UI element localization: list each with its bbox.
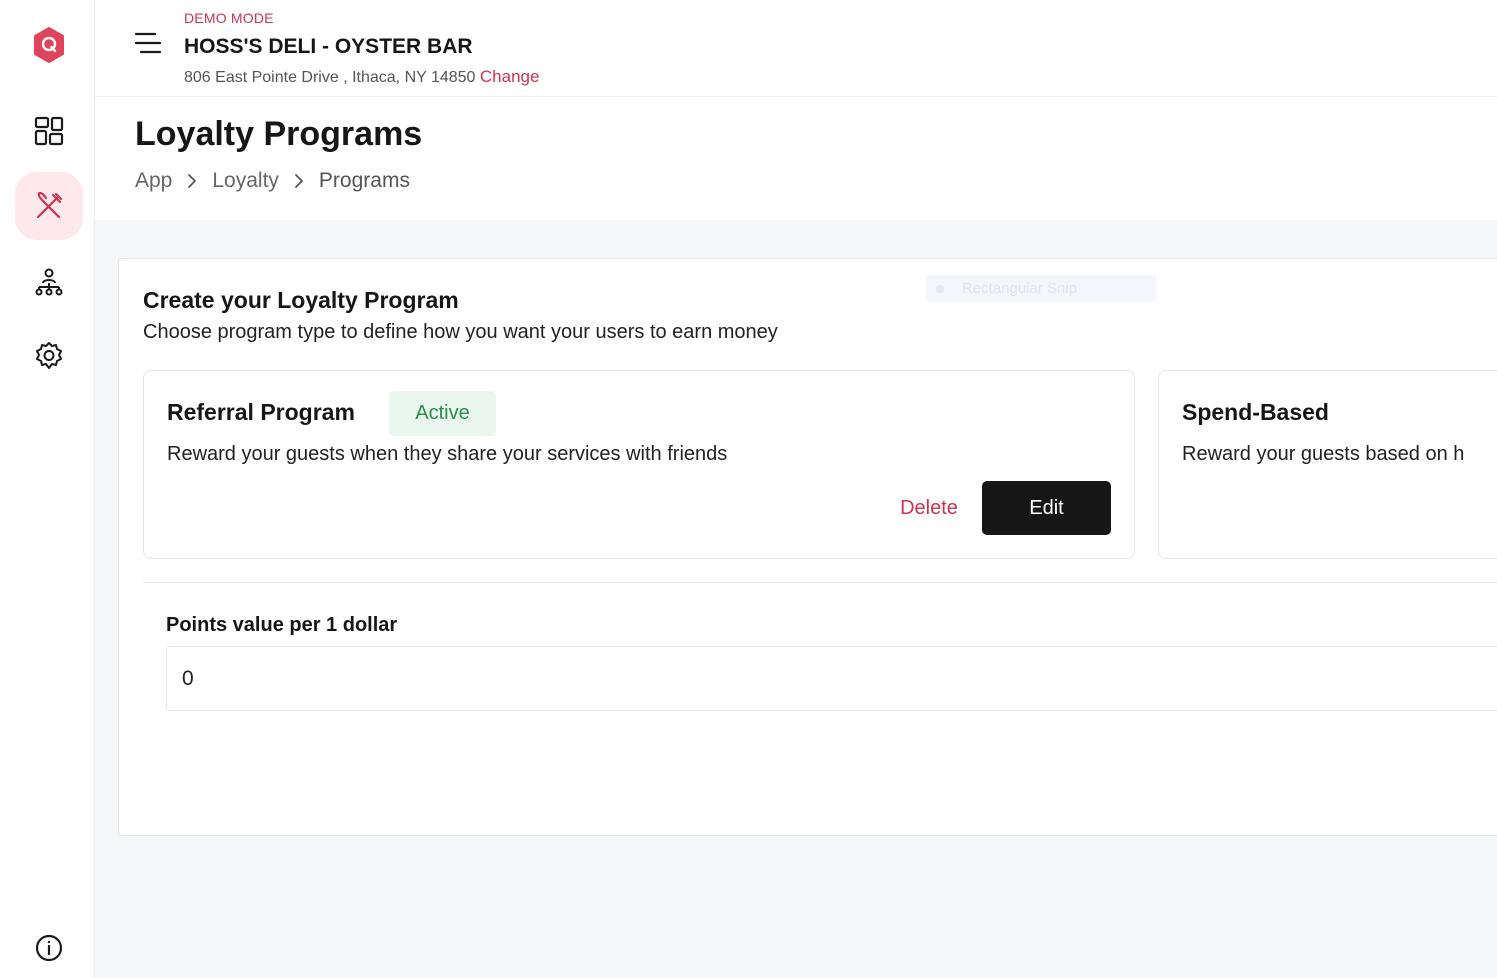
sidebar-item-dashboard[interactable] <box>15 97 83 165</box>
breadcrumb-programs: Programs <box>318 169 410 192</box>
dining-icon <box>36 191 63 219</box>
snip-dot-icon <box>936 284 944 293</box>
info-icon <box>35 934 63 962</box>
loyalty-program-panel: Rectangular Snip Create your Loyalty Pro… <box>118 258 1497 836</box>
referral-program-card: Referral Program Active Reward your gues… <box>143 370 1135 559</box>
top-header: DEMO MODE HOSS'S DELI - OYSTER BAR 806 E… <box>95 0 1497 97</box>
edit-button[interactable]: Edit <box>982 481 1111 535</box>
spend-based-program-title: Spend-Based <box>1182 399 1329 425</box>
chevron-right-icon <box>293 173 305 189</box>
snip-overlay-text: Rectangular Snip <box>962 280 1078 297</box>
delete-button[interactable]: Delete <box>884 481 974 535</box>
chevron-right-icon <box>186 173 198 189</box>
sidebar-item-info[interactable] <box>15 914 83 978</box>
organization-icon <box>35 268 63 296</box>
panel-title: Create your Loyalty Program <box>143 287 459 313</box>
sidebar-item-organization[interactable] <box>15 248 83 316</box>
rectangular-snip-overlay: Rectangular Snip <box>926 275 1156 302</box>
menu-button[interactable] <box>133 30 162 56</box>
dashboard-icon <box>34 116 64 146</box>
settings-icon <box>36 342 62 369</box>
demo-mode-label: DEMO MODE <box>184 10 274 26</box>
app-root: DEMO MODE HOSS'S DELI - OYSTER BAR 806 E… <box>0 0 1497 978</box>
sidebar <box>0 0 95 978</box>
app-logo[interactable] <box>15 11 83 79</box>
sidebar-item-dining[interactable] <box>15 172 83 240</box>
store-address-text: 806 East Pointe Drive , Ithaca, NY 14850 <box>184 69 476 86</box>
store-name: HOSS'S DELI - OYSTER BAR <box>184 35 473 58</box>
points-value-label: Points value per 1 dollar <box>166 614 398 636</box>
change-location-link[interactable]: Change <box>480 67 540 86</box>
referral-program-description: Reward your guests when they share your … <box>167 443 728 465</box>
page-title: Loyalty Programs <box>135 115 423 153</box>
spend-based-program-card[interactable]: Spend-Based Reward your guests based on … <box>1158 370 1497 559</box>
points-value-input[interactable] <box>166 646 1497 711</box>
spend-based-program-description: Reward your guests based on h <box>1182 443 1465 465</box>
main-content: Rectangular Snip Create your Loyalty Pro… <box>95 220 1497 978</box>
status-badge: Active <box>389 391 496 436</box>
hamburger-menu-icon <box>134 32 162 54</box>
section-divider <box>143 582 1497 583</box>
sidebar-item-settings[interactable] <box>15 322 83 390</box>
q-hexagon-logo-icon <box>34 27 64 63</box>
breadcrumb-app[interactable]: App <box>135 169 172 193</box>
referral-program-title: Referral Program <box>167 399 355 425</box>
panel-subtitle: Choose program type to define how you wa… <box>143 321 778 343</box>
page-header: Loyalty Programs App Loyalty Programs <box>95 97 1497 220</box>
breadcrumb: App Loyalty Programs <box>135 169 410 193</box>
breadcrumb-loyalty[interactable]: Loyalty <box>212 169 279 193</box>
store-address: 806 East Pointe Drive , Ithaca, NY 14850… <box>184 67 539 87</box>
